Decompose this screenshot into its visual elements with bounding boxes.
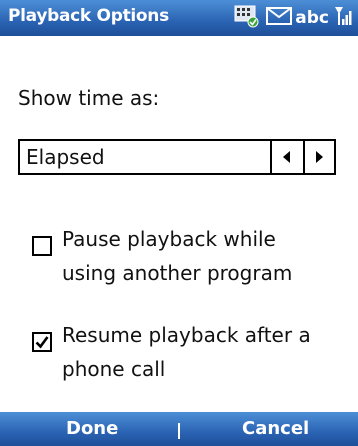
- show-time-spinner[interactable]: Elapsed: [18, 139, 336, 175]
- spinner-arrows: [270, 141, 334, 173]
- signal-icon: [334, 5, 352, 31]
- input-mode-indicator: abc: [295, 8, 329, 28]
- pause-playback-label[interactable]: Pause playback while using another progr…: [62, 222, 342, 290]
- triangle-left-icon: [283, 151, 290, 163]
- done-button[interactable]: Done: [66, 418, 118, 439]
- arrow-left-button[interactable]: [272, 141, 303, 173]
- screen-icon: [233, 4, 261, 32]
- resume-playback-label-line1: Resume playback after a: [62, 323, 311, 347]
- softkey-bar: Done Cancel: [0, 412, 358, 446]
- status-icons: abc: [233, 5, 352, 31]
- show-time-value: Elapsed: [26, 145, 105, 169]
- resume-playback-label[interactable]: Resume playback after a phone call: [62, 318, 342, 386]
- softkey-divider: [178, 423, 180, 439]
- triangle-right-icon: [316, 151, 323, 163]
- title-bar: Playback Options abc: [0, 0, 358, 36]
- pause-playback-checkbox[interactable]: [32, 236, 52, 256]
- pause-playback-label-line2: using another program: [62, 261, 293, 285]
- message-icon: [266, 6, 293, 30]
- resume-playback-checkbox[interactable]: [32, 332, 52, 352]
- page-title: Playback Options: [8, 6, 169, 26]
- checkmark-icon: [35, 336, 49, 349]
- pause-playback-label-line1: Pause playback while: [62, 227, 276, 251]
- resume-playback-label-line2: phone call: [62, 357, 166, 381]
- cancel-button[interactable]: Cancel: [242, 418, 309, 439]
- arrow-right-button[interactable]: [303, 141, 334, 173]
- show-time-label: Show time as:: [18, 86, 160, 110]
